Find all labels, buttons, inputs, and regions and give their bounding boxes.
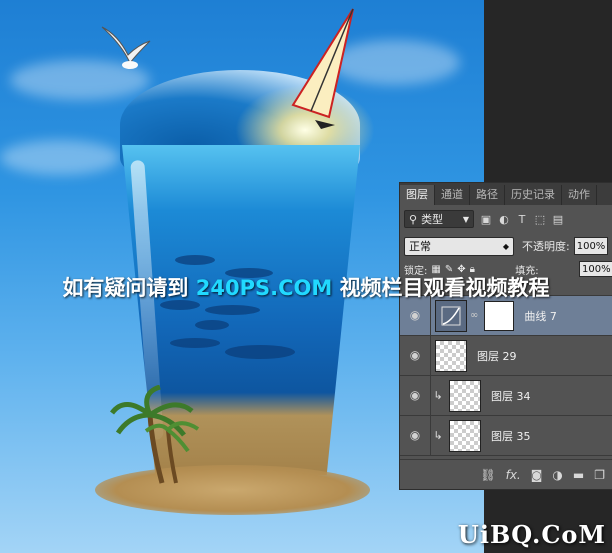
layer-name: 图层 34 bbox=[491, 389, 531, 403]
watermark-prefix: 如有疑问请到 bbox=[62, 276, 189, 300]
shape-filter-icon[interactable]: ⬚ bbox=[534, 213, 546, 226]
watermark-site: 240PS.COM bbox=[195, 276, 333, 300]
adjustment-layer-icon[interactable]: ◑ bbox=[552, 468, 562, 482]
fish-silhouette bbox=[225, 345, 295, 359]
tab-history[interactable]: 历史记录 bbox=[505, 185, 562, 205]
fish-silhouette bbox=[170, 338, 220, 348]
smart-object-filter-icon[interactable]: ▤ bbox=[552, 213, 564, 226]
new-group-icon[interactable]: ▬ bbox=[573, 468, 584, 482]
fish-silhouette bbox=[175, 255, 215, 265]
fish-silhouette bbox=[205, 305, 260, 315]
clipping-arrow-icon: ↳ bbox=[433, 389, 443, 402]
tutorial-watermark: 如有疑问请到 240PS.COM 视频栏目观看视频教程 bbox=[0, 272, 612, 302]
layer-thumbnail bbox=[449, 419, 481, 452]
tab-layers[interactable]: 图层 bbox=[400, 185, 435, 205]
watermark-suffix: 视频栏目观看视频教程 bbox=[339, 276, 550, 300]
visibility-eye-icon[interactable]: ◉ bbox=[400, 376, 431, 415]
layer-name: 图层 29 bbox=[477, 349, 517, 363]
filter-kind-select[interactable]: ⚲ 类型 ▼ bbox=[404, 210, 474, 228]
filter-kind-label: 类型 bbox=[421, 213, 444, 226]
layer-row-29[interactable]: ◉ 图层 29 bbox=[400, 336, 612, 376]
palm-tree-icon bbox=[110, 385, 200, 484]
add-mask-icon[interactable]: ◙ bbox=[531, 468, 543, 482]
adjustment-filter-icon[interactable]: ◐ bbox=[498, 213, 510, 226]
seagull-icon bbox=[101, 26, 151, 69]
type-filter-icon[interactable]: T bbox=[516, 213, 528, 226]
tab-paths[interactable]: 路径 bbox=[470, 185, 505, 205]
layer-row-35[interactable]: ◉ ↳ 图层 35 bbox=[400, 416, 612, 456]
clipping-arrow-icon: ↳ bbox=[433, 429, 443, 442]
search-icon: ⚲ bbox=[409, 212, 418, 226]
layer-row-34[interactable]: ◉ ↳ 图层 34 bbox=[400, 376, 612, 416]
layer-mask-thumbnail[interactable] bbox=[484, 300, 515, 331]
blend-row: 正常 ◆ 不透明度: 100% bbox=[400, 233, 612, 259]
link-layers-icon[interactable]: ⛓ bbox=[480, 468, 495, 482]
tab-channels[interactable]: 通道 bbox=[435, 185, 470, 205]
chevron-down-icon: ▼ bbox=[462, 214, 469, 224]
opacity-input[interactable]: 100% bbox=[573, 237, 608, 255]
layer-name: 图层 35 bbox=[491, 429, 531, 443]
blend-mode-select[interactable]: 正常 ◆ bbox=[404, 236, 514, 256]
chain-link-icon[interactable]: ∞ bbox=[470, 310, 478, 321]
layer-thumbnail bbox=[449, 379, 481, 412]
tab-actions[interactable]: 动作 bbox=[562, 185, 597, 205]
site-logo: UiBQ.CoM bbox=[457, 520, 606, 549]
chevron-updown-icon: ◆ bbox=[502, 241, 509, 251]
layer-name: 曲线 7 bbox=[524, 309, 557, 323]
visibility-eye-icon[interactable]: ◉ bbox=[400, 416, 431, 455]
curves-adjustment-icon bbox=[435, 299, 467, 332]
layer-row-curves-7[interactable]: ◉ ∞ 曲线 7 bbox=[400, 296, 612, 336]
fish-silhouette bbox=[195, 320, 229, 330]
layers-panel: 图层 通道 路径 历史记录 动作 ⚲ 类型 ▼ ▣ ◐ T ⬚ ▤ 正常 ◆ 不… bbox=[399, 182, 612, 490]
image-filter-icon[interactable]: ▣ bbox=[480, 213, 492, 226]
cloud bbox=[0, 140, 120, 175]
new-layer-icon[interactable]: ❐ bbox=[594, 468, 605, 482]
visibility-eye-icon[interactable]: ◉ bbox=[400, 336, 431, 375]
panel-tabs: 图层 通道 路径 历史记录 动作 bbox=[400, 183, 612, 205]
layer-list: ◉ ∞ 曲线 7 ◉ 图层 29 ◉ ↳ 图层 34 ◉ ↳ 图层 35 bbox=[400, 295, 612, 458]
filter-row: ⚲ 类型 ▼ ▣ ◐ T ⬚ ▤ bbox=[400, 205, 612, 233]
layer-thumbnail bbox=[435, 339, 467, 372]
windsurfer-icon bbox=[291, 8, 354, 129]
curves-graph-icon bbox=[441, 306, 461, 325]
blend-mode-value: 正常 bbox=[409, 240, 431, 253]
opacity-label: 不透明度: bbox=[522, 240, 570, 253]
fx-icon[interactable]: fx. bbox=[506, 468, 521, 482]
panel-footer: ⛓ fx. ◙ ◑ ▬ ❐ bbox=[400, 459, 612, 489]
